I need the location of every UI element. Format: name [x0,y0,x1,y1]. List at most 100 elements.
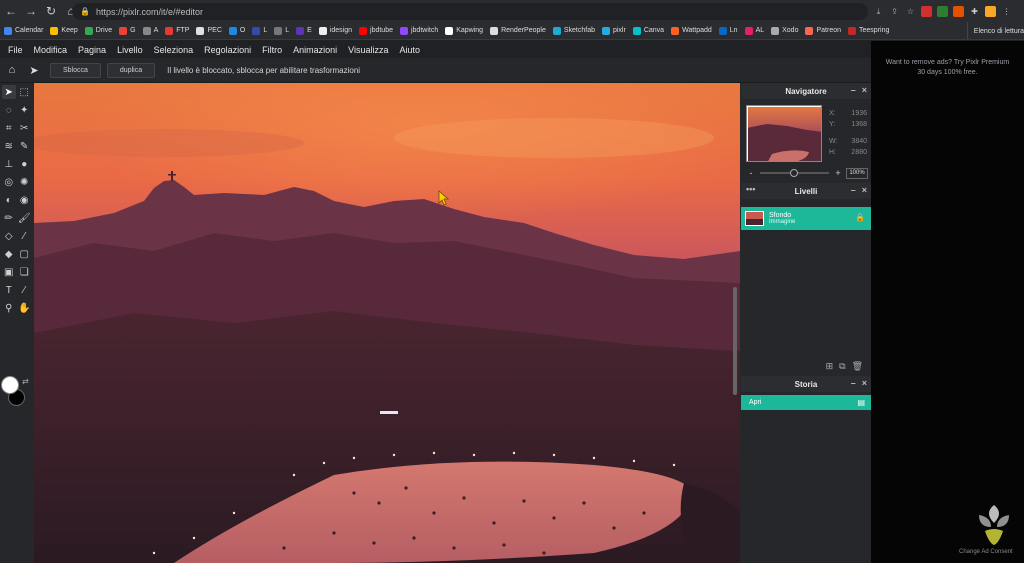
sponge-tool-icon[interactable]: ◎ [2,175,16,189]
lasso-tool-icon[interactable]: ◌ [2,103,16,117]
image-tool-icon[interactable]: ▣ [2,265,16,279]
minimize-icon[interactable]: – [851,85,856,95]
color-replace-tool-icon[interactable]: ✺ [17,175,31,189]
download-icon[interactable]: ⤓ [873,6,884,17]
extension-green-icon[interactable] [937,6,948,17]
dodge-tool-icon[interactable]: ◐ [2,193,16,207]
menu-dots-icon[interactable]: ⋮ [1001,6,1012,17]
address-bar[interactable]: 🔒 https://pixlr.com/it/e/#editor [72,3,868,20]
cutout-tool-icon[interactable]: ✂ [17,121,31,135]
menu-item[interactable]: Animazioni [293,45,337,55]
star-icon[interactable]: ☆ [905,6,916,17]
extension-red-icon[interactable] [921,6,932,17]
clone-tool-icon[interactable]: ⊥ [2,157,16,171]
history-item[interactable]: Apri ▤ [741,395,871,410]
bookmark-item[interactable]: O [228,26,245,35]
bookmark-item[interactable]: AL [744,26,764,35]
puzzle-icon[interactable]: ✚ [969,6,980,17]
zoom-value[interactable]: 100% [846,167,868,179]
zoom-slider-knob[interactable] [790,169,799,177]
liquify-tool-icon[interactable]: ≋ [2,139,16,153]
layer-item[interactable]: Sfondo Immagine 🔒 [741,207,871,230]
bookmark-item[interactable]: Ln [718,26,738,35]
bookmark-item[interactable]: Sketchfab [552,26,595,35]
arrange-tool-icon[interactable]: ➤ [24,60,44,80]
bookmark-item[interactable]: RenderPeople [490,26,546,35]
blur-tool-icon[interactable]: ● [17,157,31,171]
close-icon[interactable]: × [862,185,867,195]
wand-tool-icon[interactable]: ✦ [17,103,31,117]
menu-item[interactable]: Filtro [262,45,282,55]
menu-item[interactable]: Regolazioni [204,45,251,55]
bookmark-item[interactable]: Teespring [848,26,889,35]
bookmark-item[interactable]: Patreon [805,26,841,35]
foreground-color-swatch[interactable] [1,376,19,394]
extension-fox-icon[interactable] [953,6,964,17]
menu-item[interactable]: Livello [117,45,143,55]
add-layer-icon[interactable]: ⊞ [826,361,834,372]
bookmark-item[interactable]: idesign [318,26,352,35]
bookmark-item[interactable]: Drive [84,26,112,35]
bookmark-item[interactable]: Xodo [771,26,798,35]
minimize-icon[interactable]: – [851,378,856,388]
bookmark-item[interactable]: pixlr [601,26,626,35]
minimize-icon[interactable]: – [851,185,856,195]
navigator-thumbnail[interactable] [746,105,822,162]
canvas-scrollbar[interactable] [733,287,737,395]
bookmark-item[interactable]: jbdtwitch [399,26,438,35]
bookmark-item[interactable]: L [252,26,267,35]
bookmark-item[interactable]: FTP [165,26,189,35]
sticker-tool-icon[interactable]: ❏ [17,265,31,279]
unlock-button[interactable]: Sblocca [50,62,101,78]
share-icon[interactable]: ⇪ [889,6,900,17]
menu-item[interactable]: Modifica [34,45,68,55]
bookmark-item[interactable]: PEC [196,26,222,35]
menu-item[interactable]: Aiuto [400,45,421,55]
crop-tool-icon[interactable]: ⌗ [2,121,16,135]
home-icon[interactable]: ⌂ [2,60,22,80]
bookmark-item[interactable]: Wattpadd [671,26,712,35]
close-icon[interactable]: × [862,378,867,388]
pencil-tool-icon[interactable]: ✏ [2,211,16,225]
lock-icon[interactable]: 🔒 [855,213,865,222]
canvas-area[interactable] [34,83,740,563]
extension-lemon-icon[interactable] [985,6,996,17]
bookmark-item[interactable]: A [142,26,158,35]
bookmark-item[interactable]: E [296,26,312,35]
bookmark-item[interactable]: Calendar [4,26,43,35]
zoom-out-button[interactable]: - [746,168,756,178]
eyedropper-tool-icon[interactable]: ⁄ [17,283,31,297]
menu-item[interactable]: File [8,45,23,55]
heal-tool-icon[interactable]: ✎ [17,139,31,153]
bookmark-item[interactable]: jbdtube [359,26,393,35]
more-options-icon[interactable]: ••• [746,184,755,194]
brush-tool-icon[interactable]: 🖌 [17,211,31,225]
menu-item[interactable]: Pagina [78,45,106,55]
back-arrow-icon[interactable]: ← [2,2,20,20]
zoom-slider[interactable] [760,169,829,177]
ad-message[interactable]: Want to remove ads? Try Pixlr Premium 30… [871,58,1024,78]
bookmark-item[interactable]: L [274,26,289,35]
bookmark-item[interactable]: G [119,26,136,35]
duplicate-button[interactable]: duplica [106,62,156,78]
menu-item[interactable]: Seleziona [154,45,194,55]
close-icon[interactable]: × [862,85,867,95]
eraser-tool-icon[interactable]: ◇ [2,229,16,243]
arrange-tool-icon[interactable]: ➤ [1,85,16,99]
reload-icon[interactable]: ↻ [42,2,60,20]
shape-tool-icon[interactable]: ▢ [17,247,31,261]
change-ad-consent-link[interactable]: Change Ad Consent [959,549,1013,555]
bookmark-item[interactable]: Canva [632,26,664,35]
color-picker-tool-icon[interactable]: ⁄ [17,229,31,243]
delete-layer-icon[interactable]: 🗑 [852,361,863,372]
menu-item[interactable]: Visualizza [348,45,388,55]
reading-list[interactable]: Elenco di lettura [966,22,1024,39]
fill-tool-icon[interactable]: ◆ [2,247,16,261]
zoom-in-button[interactable]: + [833,168,843,178]
hand-tool-icon[interactable]: ✋ [17,301,31,315]
forward-arrow-icon[interactable]: → [22,2,40,20]
text-tool-icon[interactable]: T [2,283,16,297]
swap-colors-icon[interactable]: ⇄ [22,377,29,386]
duplicate-layer-icon[interactable]: ⧉ [839,361,845,372]
bookmark-item[interactable]: Kapwing [445,26,483,35]
